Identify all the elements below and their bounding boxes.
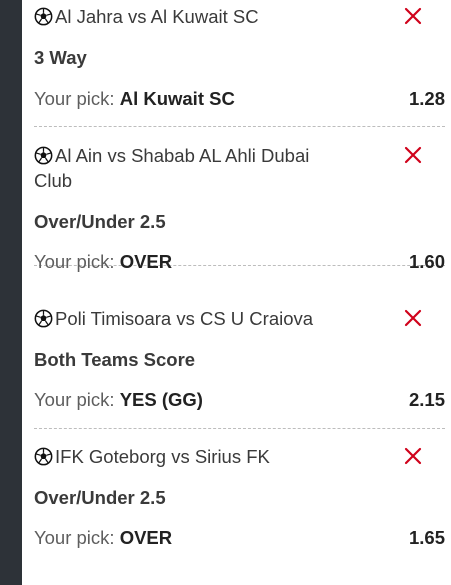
market-name: Over/Under 2.5 [34,211,166,232]
bet-item: IFK Goteborg vs Sirius FK Over/Under 2.5… [34,428,445,558]
bet-item: Poli Timisoara vs CS U Craiova Both Team… [34,290,445,429]
odds-value: 1.65 [408,527,445,548]
pick-label: Your pick: [34,527,120,548]
soccer-ball-icon [34,146,53,165]
market-name: 3 Way [34,47,87,68]
match-title: Al Jahra vs Al Kuwait SC [34,4,345,29]
match-title-text: Poli Timisoara vs CS U Craiova [55,308,314,329]
pick-label: Your pick: [34,389,120,410]
odds-value: 1.60 [408,251,445,272]
pick-row: Your pick: Al Kuwait SC 1.28 [34,86,445,113]
remove-bet-button[interactable] [403,308,425,330]
market-name: Over/Under 2.5 [34,487,166,508]
match-title: Al Ain vs Shabab AL Ahli Dubai Club [34,143,345,193]
soccer-ball-icon [34,309,53,328]
pick-row: Your pick: YES (GG) 2.15 [34,387,445,414]
odds-value: 2.15 [408,389,445,410]
match-title-text: IFK Goteborg vs Sirius FK [55,446,270,467]
bet-slip: Al Jahra vs Al Kuwait SC 3 Way Your pick… [34,0,445,127]
soccer-ball-icon [34,447,53,466]
pick-label: Your pick: [34,88,120,109]
match-title: IFK Goteborg vs Sirius FK [34,444,345,469]
bet-item: Al Ain vs Shabab AL Ahli Dubai Club Over… [34,127,445,272]
pick-value: Al Kuwait SC [119,88,235,109]
market-name: Both Teams Score [34,349,196,370]
match-title-text: Al Jahra vs Al Kuwait SC [55,6,259,27]
match-title-text: Al Ain vs Shabab AL Ahli Dubai Club [34,145,310,191]
bet-item: Al Jahra vs Al Kuwait SC 3 Way Your pick… [34,0,445,127]
remove-bet-button[interactable] [403,446,425,468]
pick-value: OVER [119,527,173,548]
remove-bet-button[interactable] [403,145,425,167]
odds-value: 1.28 [408,88,445,109]
match-title: Poli Timisoara vs CS U Craiova [34,306,345,331]
pick-value: OVER [119,251,173,272]
pick-row: Your pick: OVER 1.65 [34,525,445,552]
pick-label: Your pick: [34,251,120,272]
pick-value: YES (GG) [119,389,203,410]
soccer-ball-icon [34,7,53,26]
pick-row: Your pick: OVER 1.60 [34,249,445,276]
left-sidebar-rail [0,0,22,585]
remove-bet-button[interactable] [403,6,425,28]
